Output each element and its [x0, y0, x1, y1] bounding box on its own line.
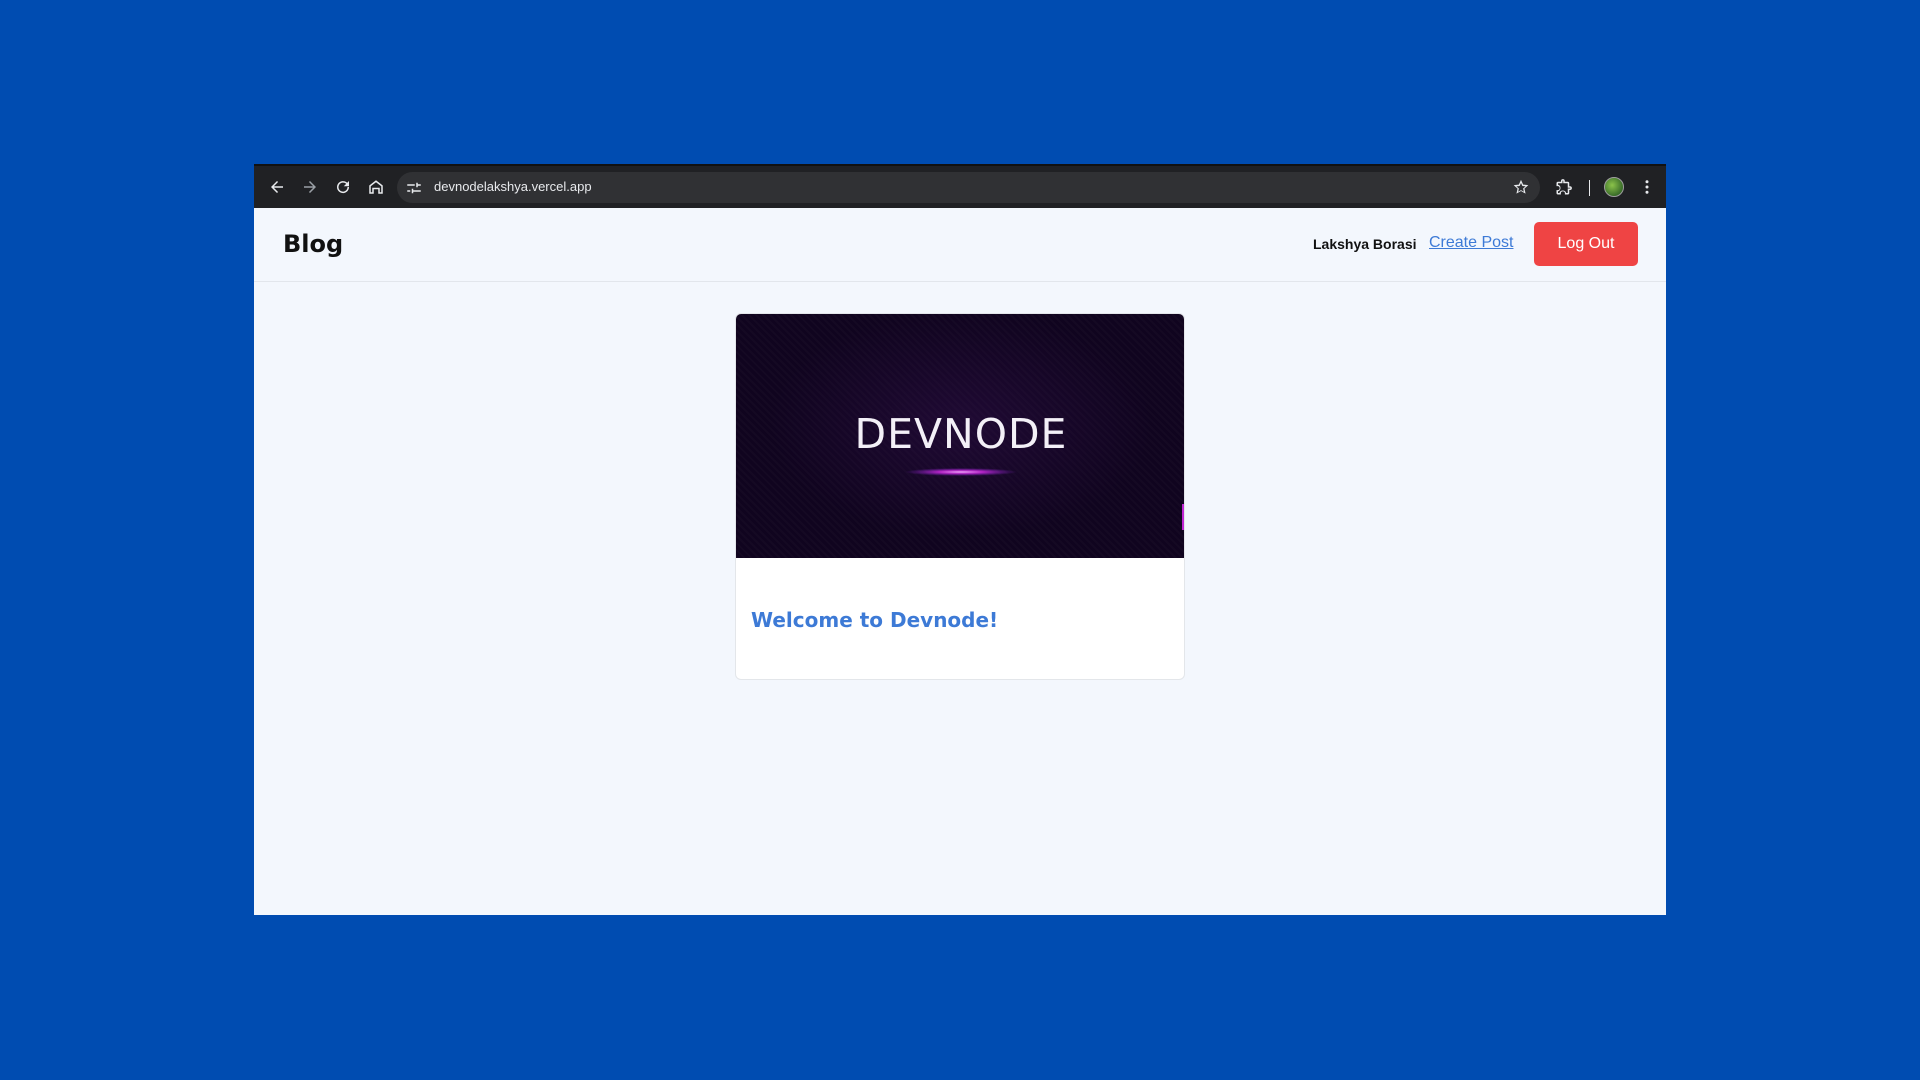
reload-button[interactable] [328, 172, 358, 202]
address-bar[interactable]: devnodelakshya.vercel.app [397, 172, 1540, 203]
menu-button[interactable] [1632, 172, 1662, 202]
toolbar-divider [1589, 180, 1590, 196]
post-card[interactable]: DEVNODE Welcome to Devnode! [735, 313, 1185, 680]
site-logo[interactable]: Blog [283, 230, 343, 258]
post-cover-image[interactable]: DEVNODE [736, 314, 1184, 558]
puzzle-icon [1556, 179, 1572, 195]
reload-icon [337, 181, 350, 194]
devnode-wordmark: DEVNODE [855, 410, 1068, 458]
avatar [1604, 177, 1624, 197]
create-post-link[interactable]: Create Post [1429, 234, 1513, 252]
accent-mark [1182, 504, 1184, 530]
logout-button[interactable]: Log Out [1534, 222, 1638, 266]
arrow-left-icon [271, 181, 283, 193]
star-icon[interactable] [1512, 178, 1530, 196]
site-header: Blog Lakshya Borasi Create Post Log Out [254, 208, 1666, 282]
profile-button[interactable] [1599, 172, 1629, 202]
home-icon [369, 180, 383, 194]
cover-graphic: DEVNODE [855, 410, 1068, 476]
back-button[interactable] [262, 172, 292, 202]
extensions-button[interactable] [1549, 172, 1579, 202]
home-button[interactable] [361, 172, 391, 202]
arrow-right-icon [304, 181, 316, 193]
username: Lakshya Borasi [1313, 236, 1417, 252]
browser-toolbar: devnodelakshya.vercel.app [254, 164, 1666, 208]
url-text[interactable]: devnodelakshya.vercel.app [434, 179, 592, 194]
browser-window: devnodelakshya.vercel.app Blog Lakshya B… [254, 164, 1666, 915]
post-title[interactable]: Welcome to Devnode! [751, 608, 998, 632]
tune-icon[interactable] [405, 179, 423, 197]
glow-line [905, 468, 1017, 476]
forward-button[interactable] [295, 172, 325, 202]
kebab-menu-icon [1645, 180, 1649, 194]
